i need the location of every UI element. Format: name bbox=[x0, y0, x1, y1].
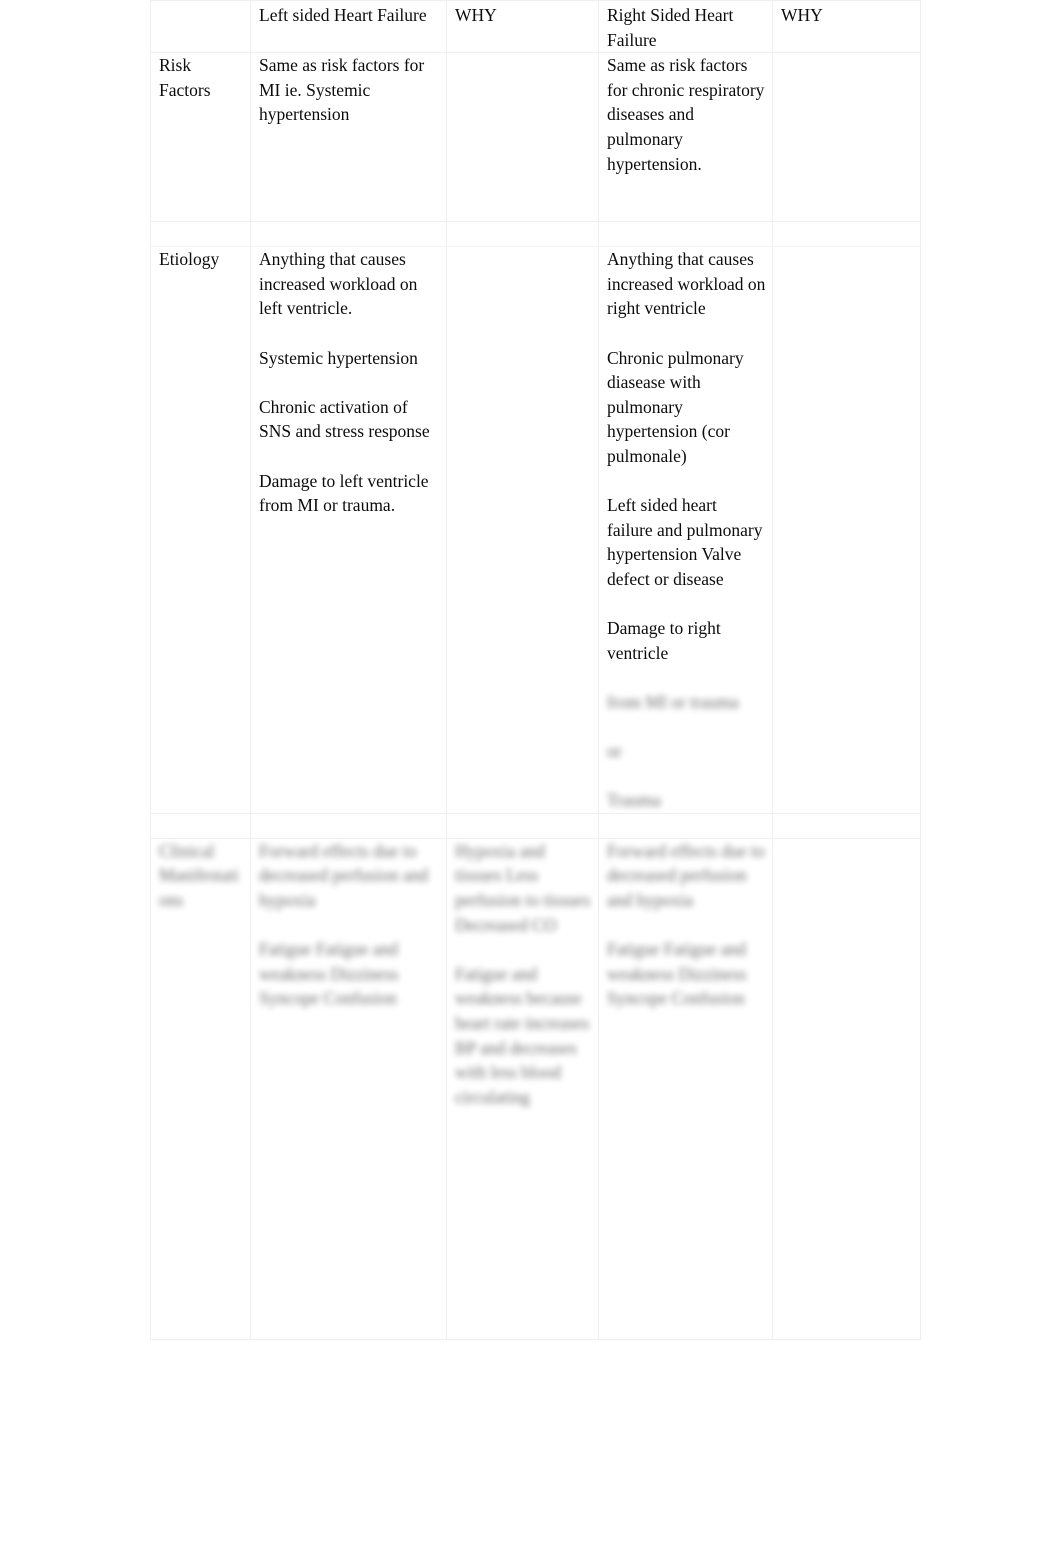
cell-category-risk-factors: Risk Factors bbox=[150, 52, 251, 223]
paragraph: Left sided heart failure and pulmonary h… bbox=[607, 495, 763, 589]
cell-why-right-clinical-manifestations bbox=[772, 837, 921, 1340]
spacer-cell bbox=[772, 812, 921, 839]
obscured-paragraph: Fatigue and weakness because heart rate … bbox=[455, 963, 590, 1107]
header-cell-right-hf: Right Sided Heart Failure bbox=[598, 0, 773, 54]
spacer-cell bbox=[598, 812, 773, 839]
table-row-spacer bbox=[150, 221, 921, 248]
header-cell-why-right: WHY bbox=[772, 0, 921, 54]
cell-why-right-etiology bbox=[772, 246, 921, 814]
cell-why-left-risk-factors bbox=[446, 52, 599, 223]
spacer-cell bbox=[250, 812, 447, 839]
header-cell-category bbox=[150, 0, 251, 54]
header-cell-why-left: WHY bbox=[446, 0, 599, 54]
paragraph: Systemic hypertension bbox=[259, 347, 418, 368]
spacer-cell bbox=[446, 221, 599, 248]
spacer-cell bbox=[598, 221, 773, 248]
cell-right-hf-etiology: Anything that causes increased workload … bbox=[598, 246, 773, 814]
cell-left-hf-risk-factors: Same as risk factors for MI ie. Systemic… bbox=[250, 52, 447, 223]
table-row-risk-factors: Risk Factors Same as risk factors for MI… bbox=[150, 52, 921, 223]
cell-right-hf-risk-factors: Same as risk factors for chronic respira… bbox=[598, 52, 773, 223]
obscured-paragraph: Hypoxia and tissues Less perfusion to ti… bbox=[455, 840, 591, 935]
obscured-paragraph: from MI or trauma bbox=[607, 691, 739, 712]
obscured-paragraph: Trauma bbox=[607, 790, 661, 811]
paragraph: Anything that causes increased workload … bbox=[259, 249, 418, 319]
cell-why-left-etiology bbox=[446, 246, 599, 814]
paragraph: Chronic pulmonary diasease with pulmonar… bbox=[607, 347, 744, 466]
cell-left-hf-etiology: Anything that causes increased workload … bbox=[250, 246, 447, 814]
header-cell-left-hf: Left sided Heart Failure bbox=[250, 0, 447, 54]
spacer-cell bbox=[446, 812, 599, 839]
cell-why-left-clinical-manifestations: Hypoxia and tissues Less perfusion to ti… bbox=[446, 837, 599, 1340]
paragraph: Damage to right ventricle bbox=[607, 618, 721, 663]
spacer-cell bbox=[772, 221, 921, 248]
spacer-cell bbox=[250, 221, 447, 248]
obscured-paragraph: Forward effects due to decreased perfusi… bbox=[259, 840, 429, 911]
obscured-paragraph: Fatigue Fatigue and weakness Dizziness S… bbox=[607, 939, 747, 1009]
obscured-paragraph: Fatigue Fatigue and weakness Dizziness S… bbox=[259, 939, 399, 1009]
paragraph: Anything that causes increased workload … bbox=[607, 249, 766, 319]
cell-left-hf-clinical-manifestations: Forward effects due to decreased perfusi… bbox=[250, 837, 447, 1340]
document-page: Left sided Heart Failure WHY Right Sided… bbox=[0, 0, 1062, 1556]
heart-failure-comparison-table: Left sided Heart Failure WHY Right Sided… bbox=[150, 0, 921, 1340]
obscured-paragraph: Forward effects due to decreased perfusi… bbox=[607, 840, 765, 911]
spacer-cell bbox=[150, 812, 251, 839]
table-row-clinical-manifestations: Clinical Manifestations Forward effects … bbox=[150, 837, 921, 1340]
paragraph: Damage to left ventricle from MI or trau… bbox=[259, 470, 429, 516]
table-header-row: Left sided Heart Failure WHY Right Sided… bbox=[150, 0, 921, 54]
cell-right-hf-clinical-manifestations: Forward effects due to decreased perfusi… bbox=[598, 837, 773, 1340]
cell-category-etiology: Etiology bbox=[150, 246, 251, 814]
paragraph: Same as risk factors for MI ie. Systemic… bbox=[259, 55, 425, 125]
paragraph: Chronic activation of SNS and stress res… bbox=[259, 396, 430, 442]
paragraph: Same as risk factors for chronic respira… bbox=[607, 55, 765, 174]
obscured-paragraph: or bbox=[607, 741, 622, 762]
spacer-cell bbox=[150, 221, 251, 248]
cell-why-right-risk-factors bbox=[772, 52, 921, 223]
cell-category-clinical-manifestations: Clinical Manifestations bbox=[150, 837, 251, 1340]
table-row-etiology: Etiology Anything that causes increased … bbox=[150, 246, 921, 814]
table-row-spacer bbox=[150, 812, 921, 839]
